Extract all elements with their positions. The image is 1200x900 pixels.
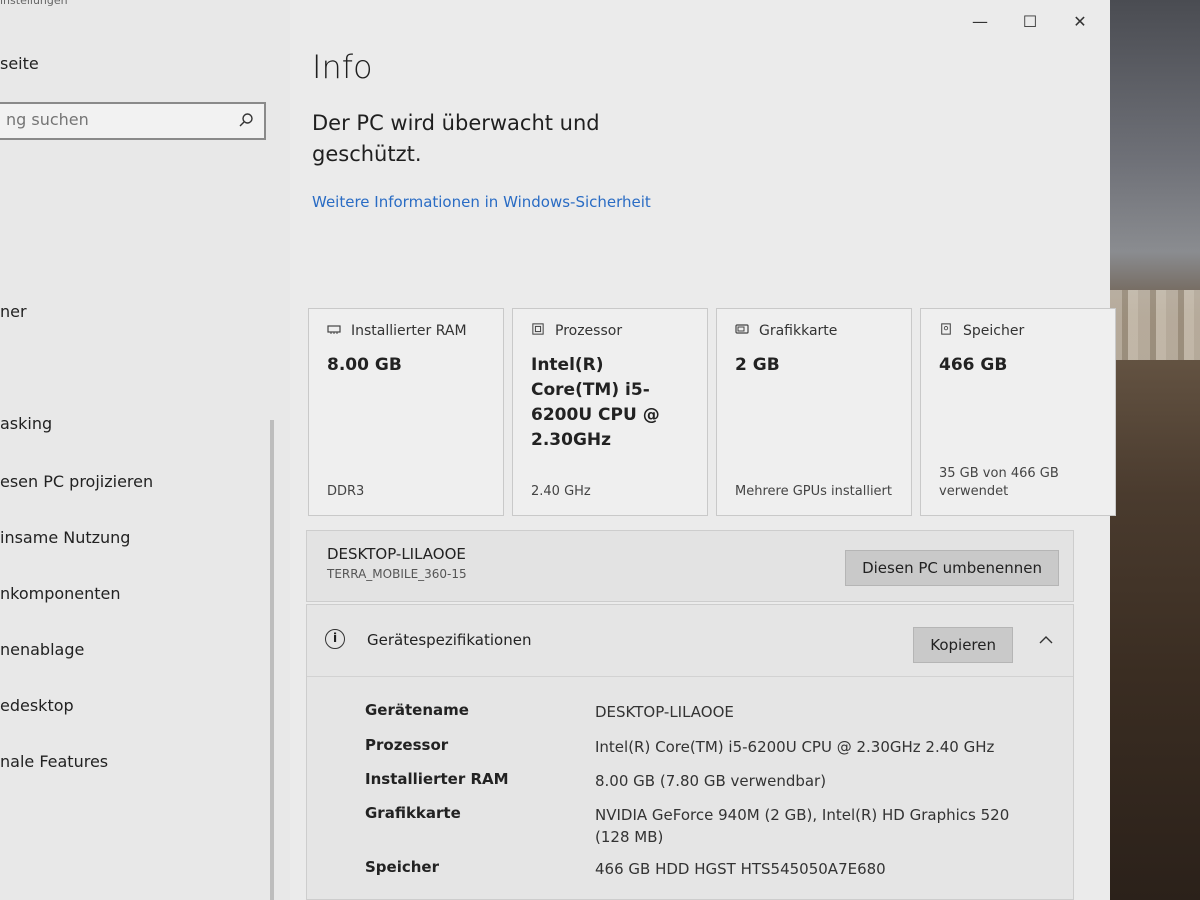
storage-icon (939, 323, 953, 339)
device-specifications-title: Gerätespezifikationen (367, 631, 532, 649)
wallpaper-town (1110, 290, 1200, 360)
sidebar-item[interactable]: edesktop (0, 696, 74, 715)
sidebar-item[interactable]: nenablage (0, 640, 84, 659)
windows-security-link[interactable]: Weitere Informationen in Windows-Sicherh… (312, 193, 651, 211)
sidebar-item[interactable]: esen PC projizieren (0, 472, 153, 491)
spec-value: DESKTOP-LILAOOE (595, 703, 734, 721)
device-specifications-panel: i Gerätespezifikationen Kopieren Geräten… (306, 604, 1074, 900)
spec-key: Gerätename (365, 701, 469, 719)
sidebar-item[interactable]: nale Features (0, 752, 108, 771)
card-value: 8.00 GB (327, 355, 402, 375)
spec-key: Prozessor (365, 736, 449, 754)
sidebar-scrollbar[interactable] (270, 420, 274, 900)
settings-sidebar: instellungen seite ner asking esen PC proj… (0, 0, 290, 900)
spec-key: Installierter RAM (365, 770, 509, 788)
card-footnote: DDR3 (327, 484, 365, 499)
card-footnote: 35 GB von 466 GB verwendet (939, 466, 1059, 499)
close-button[interactable]: ✕ (1070, 12, 1090, 32)
card-footnote: Mehrere GPUs installiert (735, 484, 892, 499)
card-header: Grafikkarte (735, 323, 893, 339)
sidebar-item[interactable]: nkomponenten (0, 584, 121, 603)
processor-icon (531, 323, 545, 339)
card-label: Installierter RAM (351, 323, 467, 339)
chevron-up-icon[interactable] (1039, 633, 1053, 647)
card-label: Grafikkarte (759, 323, 838, 339)
protection-status-text: Der PC wird überwacht und geschützt. (312, 111, 600, 166)
spec-row: Speicher 466 GB HDD HGST HTS545050A7E680 (365, 858, 1035, 880)
spec-value: 466 GB HDD HGST HTS545050A7E680 (595, 860, 886, 878)
hardware-summary-cards: Installierter RAM 8.00 GB DDR3 Prozessor Int… (308, 308, 1116, 516)
settings-search-box[interactable] (0, 102, 266, 140)
sidebar-item[interactable]: insame Nutzung (0, 528, 130, 547)
spec-row: Installierter RAM 8.00 GB (7.80 GB verwen… (365, 770, 1035, 792)
card-grafikkarte: Grafikkarte 2 GB Mehrere GPUs installiert (716, 308, 912, 516)
card-header: Installierter RAM (327, 323, 485, 339)
spec-row: Grafikkarte NVIDIA GeForce 940M (2 GB), I… (365, 804, 1035, 848)
pc-model: TERRA_MOBILE_360-15 (327, 567, 467, 581)
search-input[interactable] (0, 104, 228, 135)
maximize-button[interactable]: ☐ (1020, 12, 1040, 32)
card-label: Prozessor (555, 323, 623, 339)
spec-value: 8.00 GB (7.80 GB verwendbar) (595, 772, 827, 790)
sidebar-app-title: instellungen (0, 0, 68, 7)
graphics-card-icon (735, 323, 749, 339)
sidebar-item[interactable]: asking (0, 414, 52, 433)
rename-pc-button[interactable]: Diesen PC umbenennen (845, 550, 1059, 586)
minimize-button[interactable]: — (970, 12, 990, 32)
spec-row: Gerätename DESKTOP-LILAOOE (365, 701, 1035, 723)
card-header: Prozessor (531, 323, 689, 339)
card-header: Speicher (939, 323, 1097, 339)
card-footnote: 2.40 GHz (531, 484, 591, 499)
info-icon: i (325, 629, 345, 649)
card-label: Speicher (963, 323, 1025, 339)
window-controls: — ☐ ✕ (970, 12, 1090, 32)
copy-button[interactable]: Kopieren (913, 627, 1013, 663)
search-icon[interactable] (238, 112, 254, 128)
spec-value: NVIDIA GeForce 940M (2 GB), Intel(R) HD … (595, 806, 1010, 846)
card-value: 466 GB (939, 355, 1008, 375)
card-installierter-ram: Installierter RAM 8.00 GB DDR3 (308, 308, 504, 516)
card-value: Intel(R) Core(TM) i5-6200U CPU @ 2.30GHz (531, 355, 660, 450)
spec-key: Grafikkarte (365, 804, 461, 822)
card-speicher: Speicher 466 GB 35 GB von 466 GB verwendet (920, 308, 1116, 516)
spec-value: Intel(R) Core(TM) i5-6200U CPU @ 2.30GHz… (595, 738, 995, 756)
spec-row: Prozessor Intel(R) Core(TM) i5-6200U CPU … (365, 736, 1035, 758)
page-title: Info (312, 48, 373, 86)
card-value: 2 GB (735, 355, 780, 375)
info-page: — ☐ ✕ Info Der PC wird überwacht und ges… (290, 0, 1116, 900)
spec-key: Speicher (365, 858, 439, 876)
pc-name-panel: DESKTOP-LILAOOE TERRA_MOBILE_360-15 Dies… (306, 530, 1074, 602)
pc-name: DESKTOP-LILAOOE (327, 545, 466, 563)
sidebar-item[interactable]: ner (0, 302, 27, 321)
card-prozessor: Prozessor Intel(R) Core(TM) i5-6200U CPU … (512, 308, 708, 516)
ram-icon (327, 323, 341, 339)
sidebar-home-link[interactable]: seite (0, 54, 39, 73)
device-specifications-header[interactable]: i Gerätespezifikationen Kopieren (307, 605, 1073, 677)
